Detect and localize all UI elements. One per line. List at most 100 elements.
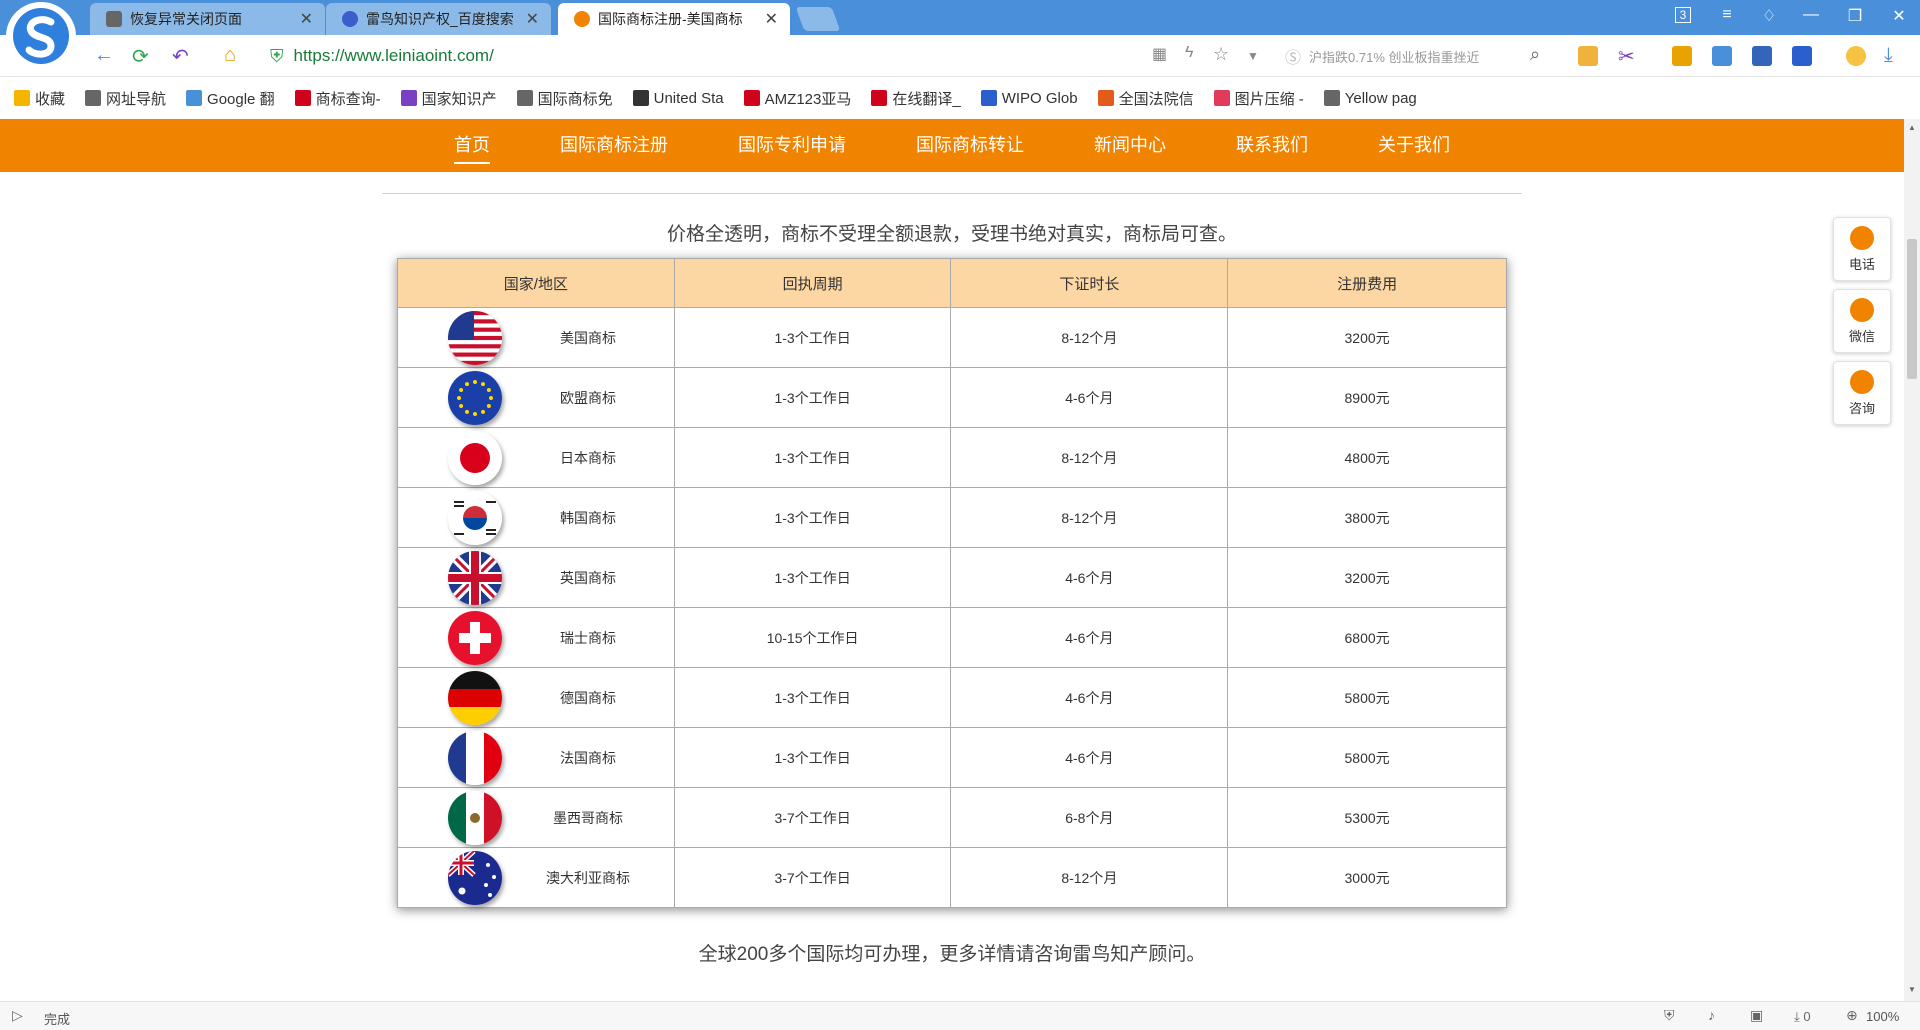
translate-icon[interactable] xyxy=(1712,46,1732,66)
table-row: 法国商标 1-3个工作日 4-6个月 5800元 xyxy=(397,727,1507,788)
side-tool-label: 电话 xyxy=(1848,256,1875,272)
nav-item[interactable]: 首页 xyxy=(454,119,490,172)
cycle-cell: 1-3个工作日 xyxy=(673,307,952,368)
side-tool-button[interactable]: 电话 xyxy=(1833,217,1891,281)
download-status[interactable]: ⤓ 0 xyxy=(1794,1009,1811,1025)
amz-icon xyxy=(743,90,760,106)
word-icon[interactable] xyxy=(1792,46,1812,66)
fee-cell: 3000元 xyxy=(1227,847,1507,908)
extension-icon[interactable] xyxy=(1578,46,1598,66)
url-field[interactable]: ⛨ https://www.leiniaoint.com/ xyxy=(270,41,1150,71)
side-tool-button[interactable]: 咨询 xyxy=(1833,361,1891,425)
chevron-down-icon[interactable]: ▼ xyxy=(1247,49,1259,63)
close-window-icon[interactable]: ✕ xyxy=(1884,6,1914,26)
bookmark-item[interactable]: 国家知识产 xyxy=(400,88,497,109)
bookmark-item[interactable]: 图片压缩 - xyxy=(1213,88,1304,109)
browser-logo-icon[interactable] xyxy=(6,2,76,70)
close-icon[interactable]: ✕ xyxy=(300,9,313,29)
nav-item[interactable]: 国际专利申请 xyxy=(738,119,846,172)
back-icon[interactable]: ← xyxy=(94,44,114,67)
browser-tab[interactable]: 恢复异常关闭页面 ✕ xyxy=(90,3,325,35)
country-cell: 美国商标 xyxy=(397,307,675,368)
page-icon xyxy=(106,11,122,27)
close-icon[interactable]: ✕ xyxy=(765,9,778,29)
mx-flag-icon xyxy=(448,791,502,845)
search-input[interactable]: Ⓢ 沪指跌0.71% 创业板指重挫近 xyxy=(1285,41,1555,71)
ch-flag-icon xyxy=(448,611,502,665)
browser-tab[interactable]: 雷鸟知识产权_百度搜索 ✕ xyxy=(326,3,551,35)
globe-icon xyxy=(85,90,102,106)
play-icon[interactable]: ▷ xyxy=(12,1007,23,1024)
gb-flag-icon xyxy=(448,551,502,605)
home-icon[interactable]: ⌂ xyxy=(224,44,236,67)
phone-icon xyxy=(1850,225,1874,250)
scrollbar[interactable]: ▲ ▼ xyxy=(1904,119,1920,1001)
k-icon xyxy=(294,90,311,106)
wechat-icon xyxy=(1850,297,1874,322)
browser-tab-active[interactable]: 国际商标注册-美国商标 ✕ xyxy=(558,3,790,35)
duration-cell: 4-6个月 xyxy=(950,607,1229,668)
bookmark-item[interactable]: 收藏 xyxy=(14,88,65,109)
bookmark-item[interactable]: 国际商标免 xyxy=(516,88,613,109)
tab-count-badge[interactable]: 3 xyxy=(1668,6,1698,24)
status-text: 完成 xyxy=(44,1012,71,1027)
bookmark-item[interactable]: United Sta xyxy=(632,89,724,107)
close-icon[interactable]: ✕ xyxy=(526,9,539,29)
duration-cell: 8-12个月 xyxy=(950,307,1229,368)
scroll-down-icon[interactable]: ▼ xyxy=(1908,985,1916,994)
bookmark-item[interactable]: 商标查询- xyxy=(294,88,381,109)
nav-item[interactable]: 国际商标转让 xyxy=(916,119,1024,172)
site-favicon-icon xyxy=(574,11,590,27)
sogou-icon: Ⓢ xyxy=(1285,50,1302,67)
bookmark-item[interactable]: Yellow pag xyxy=(1323,90,1417,107)
lightning-icon[interactable]: ϟ xyxy=(1185,44,1193,62)
download-icon[interactable]: ⤓ xyxy=(1884,44,1893,67)
restore-icon[interactable]: ❐ xyxy=(1840,6,1870,26)
price-table: 国家/地区 回执周期 下证时长 注册费用 美国商标 1-3个工作日 8-12个月 32… xyxy=(397,258,1507,908)
bookmark-item[interactable]: 在线翻译_ xyxy=(871,88,961,109)
notes-icon[interactable] xyxy=(1752,46,1772,66)
star-bookmark-icon[interactable]: ☆ xyxy=(1213,44,1229,65)
zoom-level[interactable]: 100% xyxy=(1866,1009,1899,1024)
bookmark-label: 网址导航 xyxy=(106,90,167,108)
nav-item[interactable]: 新闻中心 xyxy=(1094,119,1166,172)
bookmark-item[interactable]: 网址导航 xyxy=(85,88,166,109)
bookmark-item[interactable]: Google 翻 xyxy=(186,88,275,109)
duration-cell: 8-12个月 xyxy=(950,847,1229,908)
scissors-icon[interactable]: ✂ xyxy=(1618,44,1635,69)
bookmark-item[interactable]: AMZ123亚马 xyxy=(743,88,851,109)
fee-cell: 8900元 xyxy=(1227,367,1507,428)
country-cell: 澳大利亚商标 xyxy=(397,847,675,908)
key-icon[interactable] xyxy=(1672,46,1692,66)
qr-icon[interactable]: ▦ xyxy=(1152,44,1167,64)
box-icon[interactable]: ▣ xyxy=(1750,1007,1763,1024)
scroll-thumb[interactable] xyxy=(1907,239,1917,379)
undo-icon[interactable]: ↶ xyxy=(172,44,189,69)
bookmark-item[interactable]: 全国法院信 xyxy=(1097,88,1194,109)
minimize-icon[interactable]: — xyxy=(1796,6,1826,24)
column-header: 国家/地区 xyxy=(397,258,675,308)
fee-cell: 4800元 xyxy=(1227,427,1507,488)
cycle-cell: 3-7个工作日 xyxy=(673,787,952,848)
country-name: 德国商标 xyxy=(560,690,616,706)
emoji-icon[interactable] xyxy=(1846,46,1866,66)
scroll-up-icon[interactable]: ▲ xyxy=(1908,123,1916,132)
table-row: 欧盟商标 1-3个工作日 4-6个月 8900元 xyxy=(397,367,1507,428)
skin-icon[interactable]: ♢ xyxy=(1754,6,1784,26)
duration-cell: 4-6个月 xyxy=(950,367,1229,428)
refresh-icon[interactable]: ⟳ xyxy=(132,44,149,69)
search-icon[interactable]: ⌕ xyxy=(1530,44,1540,65)
menu-icon[interactable]: ≡ xyxy=(1712,6,1742,24)
nav-item[interactable]: 联系我们 xyxy=(1236,119,1308,172)
bookmark-item[interactable]: WIPO Glob xyxy=(980,90,1078,107)
country-cell: 日本商标 xyxy=(397,427,675,488)
speaker-icon[interactable]: ♪ xyxy=(1708,1007,1715,1023)
shield-icon[interactable]: ⛨ xyxy=(1664,1007,1675,1024)
side-tool-button[interactable]: 微信 xyxy=(1833,289,1891,353)
nav-item[interactable]: 关于我们 xyxy=(1378,119,1450,172)
side-toolbar: 电话 微信 咨询 xyxy=(1833,217,1891,433)
bookmark-label: United Sta xyxy=(653,89,724,107)
cycle-cell: 1-3个工作日 xyxy=(673,367,952,428)
nav-item[interactable]: 国际商标注册 xyxy=(560,119,668,172)
new-tab-button[interactable] xyxy=(795,7,841,31)
